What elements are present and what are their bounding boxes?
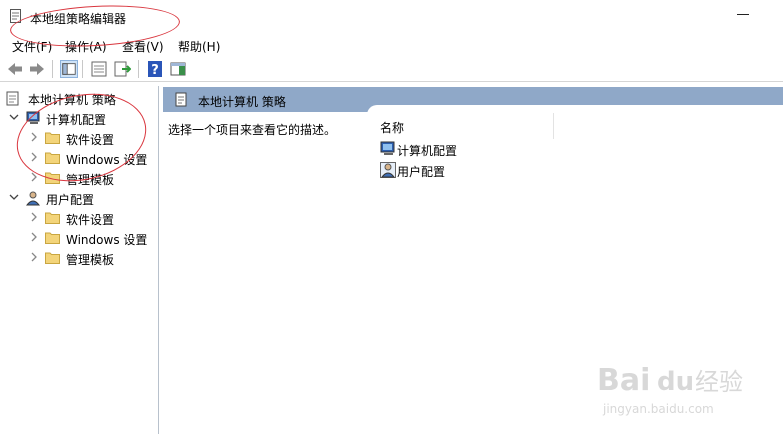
folder-icon xyxy=(45,232,60,244)
toolbar-separator xyxy=(52,60,53,78)
svg-text:?: ? xyxy=(151,63,159,78)
toolbar: ? xyxy=(0,57,783,82)
policy-document-icon xyxy=(6,91,19,106)
show-hide-action-pane-icon[interactable] xyxy=(169,60,187,78)
description-pane xyxy=(163,112,367,434)
list-item-label: 计算机配置 xyxy=(397,144,458,158)
watermark-brand: Bai xyxy=(597,363,650,398)
back-icon[interactable] xyxy=(6,60,24,78)
tree-item-label: 用户配置 xyxy=(46,193,95,207)
folder-icon xyxy=(45,252,60,264)
column-divider[interactable] xyxy=(553,113,554,139)
menu-help[interactable]: 帮助(H) xyxy=(178,38,220,55)
tree-item-user-config[interactable]: 用户配置 xyxy=(6,188,156,208)
tree-item-label: Windows 设置 xyxy=(66,233,148,247)
user-icon xyxy=(380,162,396,178)
watermark-brand2: du xyxy=(657,367,694,397)
list-item-label: 用户配置 xyxy=(397,165,446,179)
show-hide-tree-icon[interactable] xyxy=(60,60,78,78)
chevron-down-icon[interactable] xyxy=(9,112,19,122)
list-item-computer-config[interactable]: 计算机配置 xyxy=(380,140,560,160)
watermark-url: jingyan.baidu.com xyxy=(602,402,714,416)
description-text: 选择一个项目来查看它的描述。 xyxy=(168,123,337,137)
watermark: Bai du 经验 jingyan.baidu.com xyxy=(595,358,765,418)
folder-icon xyxy=(45,212,60,224)
policy-document-icon xyxy=(175,92,187,107)
baidu-logo: Bai du 经验 jingyan.baidu.com xyxy=(597,363,743,416)
chevron-right-icon[interactable] xyxy=(29,232,39,242)
tree-item-admin-templates[interactable]: 管理模板 xyxy=(6,248,156,268)
chevron-down-icon[interactable] xyxy=(9,192,19,202)
minimize-button[interactable] xyxy=(737,14,749,15)
toolbar-separator xyxy=(138,60,139,78)
chevron-right-icon[interactable] xyxy=(29,252,39,262)
list-item-user-config[interactable]: 用户配置 xyxy=(380,161,560,181)
column-header-name[interactable]: 名称 xyxy=(380,119,404,136)
chevron-right-icon[interactable] xyxy=(29,212,39,222)
computer-icon xyxy=(380,141,395,155)
tree-item-label: 管理模板 xyxy=(66,253,115,267)
help-icon[interactable]: ? xyxy=(146,60,164,78)
toolbar-separator xyxy=(82,60,83,78)
forward-icon[interactable] xyxy=(28,60,46,78)
tree-item-windows-settings[interactable]: Windows 设置 xyxy=(6,228,156,248)
tree-item-label: 软件设置 xyxy=(66,213,115,227)
watermark-cn: 经验 xyxy=(695,368,743,396)
user-icon xyxy=(26,191,41,206)
export-list-icon[interactable] xyxy=(113,60,131,78)
properties-icon[interactable] xyxy=(90,60,108,78)
details-header-title: 本地计算机 策略 xyxy=(198,95,286,109)
tree-item-software-settings[interactable]: 软件设置 xyxy=(6,208,156,228)
